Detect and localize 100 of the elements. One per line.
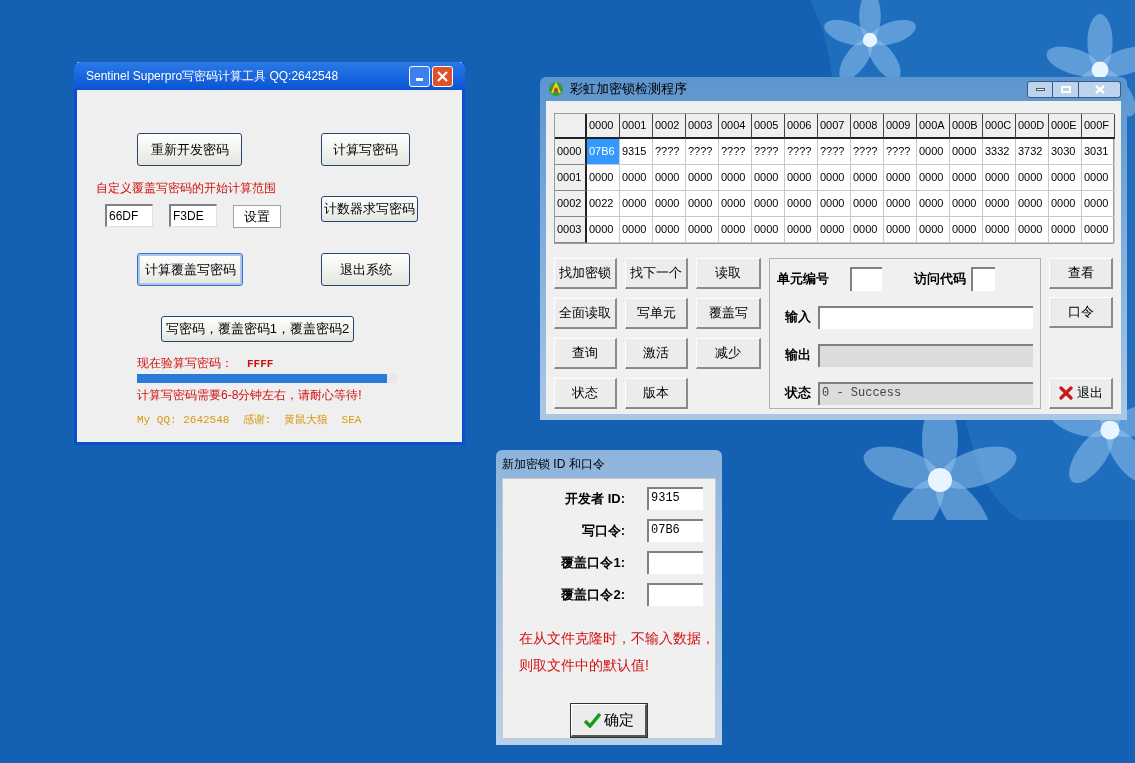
table-cell[interactable]: 0000 bbox=[1082, 217, 1115, 243]
table-cell[interactable]: 0000 bbox=[950, 217, 983, 243]
table-cell[interactable]: 0000 bbox=[719, 165, 752, 191]
table-cell[interactable]: 0000 bbox=[686, 165, 719, 191]
button[interactable]: 查询 bbox=[554, 338, 617, 369]
input-field[interactable]: 9315 bbox=[647, 487, 703, 510]
table-cell[interactable]: 3732 bbox=[1016, 139, 1049, 165]
button[interactable]: 写密码，覆盖密码1，覆盖密码2 bbox=[161, 316, 354, 342]
button[interactable]: 计数器求写密码 bbox=[321, 196, 418, 222]
table-cell[interactable]: ???? bbox=[719, 139, 752, 165]
table-cell[interactable]: ???? bbox=[752, 139, 785, 165]
button[interactable]: 找加密锁 bbox=[554, 258, 617, 289]
table-cell[interactable]: 0000 bbox=[917, 165, 950, 191]
table-cell[interactable]: ???? bbox=[818, 139, 851, 165]
button[interactable]: 口令 bbox=[1049, 297, 1113, 328]
ok-button[interactable]: 确定 bbox=[571, 704, 647, 737]
button[interactable]: 找下一个 bbox=[625, 258, 688, 289]
table-cell[interactable]: ???? bbox=[884, 139, 917, 165]
column-header: 0002 bbox=[653, 114, 686, 139]
table-cell[interactable]: 3030 bbox=[1049, 139, 1082, 165]
table-cell[interactable]: 0000 bbox=[785, 191, 818, 217]
table-cell[interactable]: 0000 bbox=[752, 217, 785, 243]
table-cell[interactable]: 0000 bbox=[752, 165, 785, 191]
table-cell[interactable]: 0000 bbox=[1016, 191, 1049, 217]
button[interactable]: 退出系统 bbox=[321, 253, 410, 286]
table-cell[interactable]: 0000 bbox=[851, 217, 884, 243]
table-cell[interactable]: 0000 bbox=[917, 191, 950, 217]
input-field[interactable] bbox=[647, 551, 703, 574]
table-cell[interactable]: 0022 bbox=[587, 191, 620, 217]
button[interactable]: 退出 bbox=[1049, 378, 1113, 409]
table-cell[interactable]: 0000 bbox=[620, 165, 653, 191]
window-title: 彩虹加密锁检测程序 bbox=[570, 80, 688, 99]
table-cell[interactable]: 0000 bbox=[587, 217, 620, 243]
table-cell[interactable]: 0000 bbox=[653, 191, 686, 217]
table-cell[interactable]: 0000 bbox=[851, 191, 884, 217]
minimize-icon[interactable] bbox=[1027, 80, 1053, 98]
table-cell[interactable]: 0000 bbox=[719, 217, 752, 243]
table-cell[interactable]: ???? bbox=[686, 139, 719, 165]
input-field[interactable]: 66DF bbox=[105, 204, 153, 227]
table-cell[interactable]: 0000 bbox=[1082, 165, 1115, 191]
table-cell[interactable]: 0000 bbox=[1082, 191, 1115, 217]
table-cell[interactable]: 0000 bbox=[917, 217, 950, 243]
table-cell[interactable]: 0000 bbox=[851, 165, 884, 191]
close-icon[interactable] bbox=[1079, 80, 1121, 98]
table-cell[interactable]: 9315 bbox=[620, 139, 653, 165]
button[interactable]: 读取 bbox=[696, 258, 761, 289]
table-cell[interactable]: 0000 bbox=[950, 191, 983, 217]
table-cell[interactable]: 0000 bbox=[1016, 165, 1049, 191]
table-cell[interactable]: 3332 bbox=[983, 139, 1016, 165]
table-cell[interactable]: 0000 bbox=[785, 217, 818, 243]
input-field[interactable] bbox=[647, 583, 703, 606]
set-button[interactable]: 设置 bbox=[233, 205, 281, 228]
table-cell[interactable]: 0000 bbox=[950, 139, 983, 165]
input-field[interactable]: 07B6 bbox=[647, 519, 703, 542]
button[interactable]: 激活 bbox=[625, 338, 688, 369]
table-cell[interactable]: 0000 bbox=[884, 217, 917, 243]
button[interactable]: 覆盖写 bbox=[696, 298, 761, 329]
table-cell[interactable]: 0000 bbox=[1049, 217, 1082, 243]
button[interactable]: 计算覆盖写密码 bbox=[137, 253, 243, 286]
table-cell[interactable]: 0000 bbox=[884, 165, 917, 191]
button[interactable]: 写单元 bbox=[625, 298, 688, 329]
table-cell[interactable]: 0000 bbox=[884, 191, 917, 217]
button[interactable]: 重新开发密码 bbox=[137, 133, 242, 166]
table-cell[interactable]: 0000 bbox=[686, 217, 719, 243]
table-cell[interactable]: 0000 bbox=[983, 217, 1016, 243]
input-field[interactable] bbox=[850, 267, 882, 291]
button[interactable]: 计算写密码 bbox=[321, 133, 410, 166]
table-cell[interactable]: 3031 bbox=[1082, 139, 1115, 165]
table-cell[interactable]: ???? bbox=[785, 139, 818, 165]
table-cell[interactable]: 0000 bbox=[983, 191, 1016, 217]
table-cell[interactable]: 0000 bbox=[653, 217, 686, 243]
input-field[interactable] bbox=[971, 267, 995, 291]
table-cell[interactable]: 0000 bbox=[686, 191, 719, 217]
table-cell[interactable]: 0000 bbox=[719, 191, 752, 217]
table-cell[interactable]: 0000 bbox=[818, 191, 851, 217]
button[interactable]: 查看 bbox=[1049, 258, 1113, 289]
button[interactable]: 状态 bbox=[554, 378, 617, 409]
table-cell[interactable]: 0000 bbox=[1016, 217, 1049, 243]
button[interactable]: 全面读取 bbox=[554, 298, 617, 329]
table-cell[interactable]: 0000 bbox=[785, 165, 818, 191]
checkmark-icon bbox=[583, 712, 601, 728]
table-cell[interactable]: ???? bbox=[851, 139, 884, 165]
table-cell[interactable]: 0000 bbox=[950, 165, 983, 191]
table-cell[interactable]: ???? bbox=[653, 139, 686, 165]
input-field[interactable]: F3DE bbox=[169, 204, 217, 227]
table-cell[interactable]: 0000 bbox=[1049, 191, 1082, 217]
table-cell[interactable]: 0000 bbox=[620, 217, 653, 243]
button[interactable]: 版本 bbox=[625, 378, 688, 409]
table-cell[interactable]: 0000 bbox=[818, 165, 851, 191]
table-cell[interactable]: 0000 bbox=[1049, 165, 1082, 191]
table-cell[interactable]: 0000 bbox=[917, 139, 950, 165]
table-cell[interactable]: 0000 bbox=[752, 191, 785, 217]
table-cell[interactable]: 0000 bbox=[818, 217, 851, 243]
table-cell[interactable]: 0000 bbox=[653, 165, 686, 191]
button[interactable]: 减少 bbox=[696, 338, 761, 369]
table-cell[interactable]: 0000 bbox=[587, 165, 620, 191]
table-cell[interactable]: 0000 bbox=[983, 165, 1016, 191]
table-cell[interactable]: 0000 bbox=[620, 191, 653, 217]
input-field[interactable] bbox=[818, 305, 1033, 329]
maximize-icon[interactable] bbox=[1053, 80, 1079, 98]
